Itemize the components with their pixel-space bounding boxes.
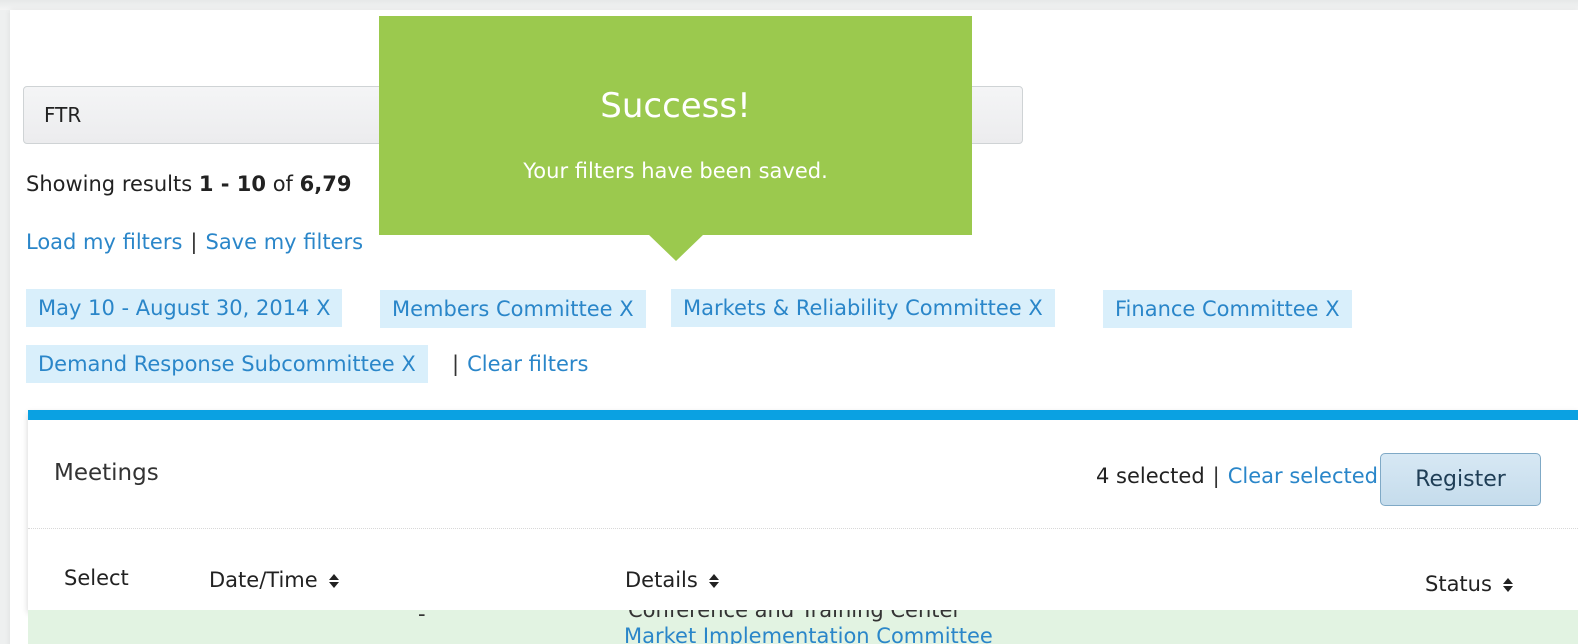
row-cell-datetime-fragment: -	[418, 610, 426, 626]
sort-icon	[708, 573, 720, 589]
selected-count: 4 selected	[1095, 464, 1205, 488]
column-header-status[interactable]: Status	[1425, 572, 1514, 596]
filter-links-separator: |	[190, 230, 198, 254]
results-total: 6,79	[299, 172, 352, 196]
filter-chip-members-committee[interactable]: Members Committee X	[380, 290, 646, 328]
meetings-panel: Meetings 4 selected | Clear selected Regis…	[28, 410, 1578, 610]
panel-title: Meetings	[54, 460, 159, 486]
toast-arrow	[648, 234, 704, 261]
top-strip	[0, 0, 1578, 10]
filter-links: Load my filters | Save my filters	[26, 230, 363, 254]
panel-actions-separator: |	[1212, 464, 1220, 488]
filter-chip-finance-committee[interactable]: Finance Committee X	[1103, 290, 1352, 328]
success-toast: Success! Your filters have been saved.	[379, 16, 972, 235]
column-header-datetime-label: Date/Time	[209, 568, 318, 592]
table-row[interactable]: - Conference and Training Center Market …	[28, 610, 1578, 644]
column-header-details[interactable]: Details	[625, 568, 720, 592]
panel-actions: 4 selected | Clear selected	[1096, 464, 1378, 488]
clear-filters-group: | Clear filters	[452, 345, 588, 383]
filter-chip-markets-reliability[interactable]: Markets & Reliability Committee X	[671, 289, 1055, 327]
load-filters-link[interactable]: Load my filters	[26, 230, 182, 254]
column-header-datetime[interactable]: Date/Time	[209, 568, 340, 592]
filter-chip-demand-response[interactable]: Demand Response Subcommittee X	[26, 345, 428, 383]
clear-filters-separator: |	[452, 352, 460, 376]
clear-selected-link[interactable]: Clear selected	[1228, 464, 1378, 488]
column-header-status-label: Status	[1425, 572, 1492, 596]
column-header-select: Select	[64, 566, 129, 590]
toast-message: Your filters have been saved.	[523, 159, 828, 183]
column-header-select-label: Select	[64, 566, 129, 590]
sort-icon	[328, 573, 340, 589]
results-summary: Showing results 1 - 10 of 6,79	[26, 172, 351, 196]
results-range: 1 - 10	[198, 172, 267, 196]
search-input-value: FTR	[44, 103, 82, 127]
sort-icon	[1502, 577, 1514, 593]
filter-chip-date-range[interactable]: May 10 - August 30, 2014 X	[26, 289, 343, 327]
save-filters-link[interactable]: Save my filters	[205, 230, 363, 254]
clear-filters-link[interactable]: Clear filters	[467, 352, 588, 376]
row-committee-link[interactable]: Market Implementation Committee	[624, 624, 993, 644]
column-header-details-label: Details	[625, 568, 698, 592]
results-of: of	[266, 172, 300, 196]
register-button[interactable]: Register	[1380, 453, 1541, 506]
panel-divider	[28, 528, 1578, 529]
results-prefix: Showing results	[26, 172, 199, 196]
toast-title: Success!	[600, 86, 751, 126]
row-location-text: Conference and Training Center	[628, 610, 962, 622]
